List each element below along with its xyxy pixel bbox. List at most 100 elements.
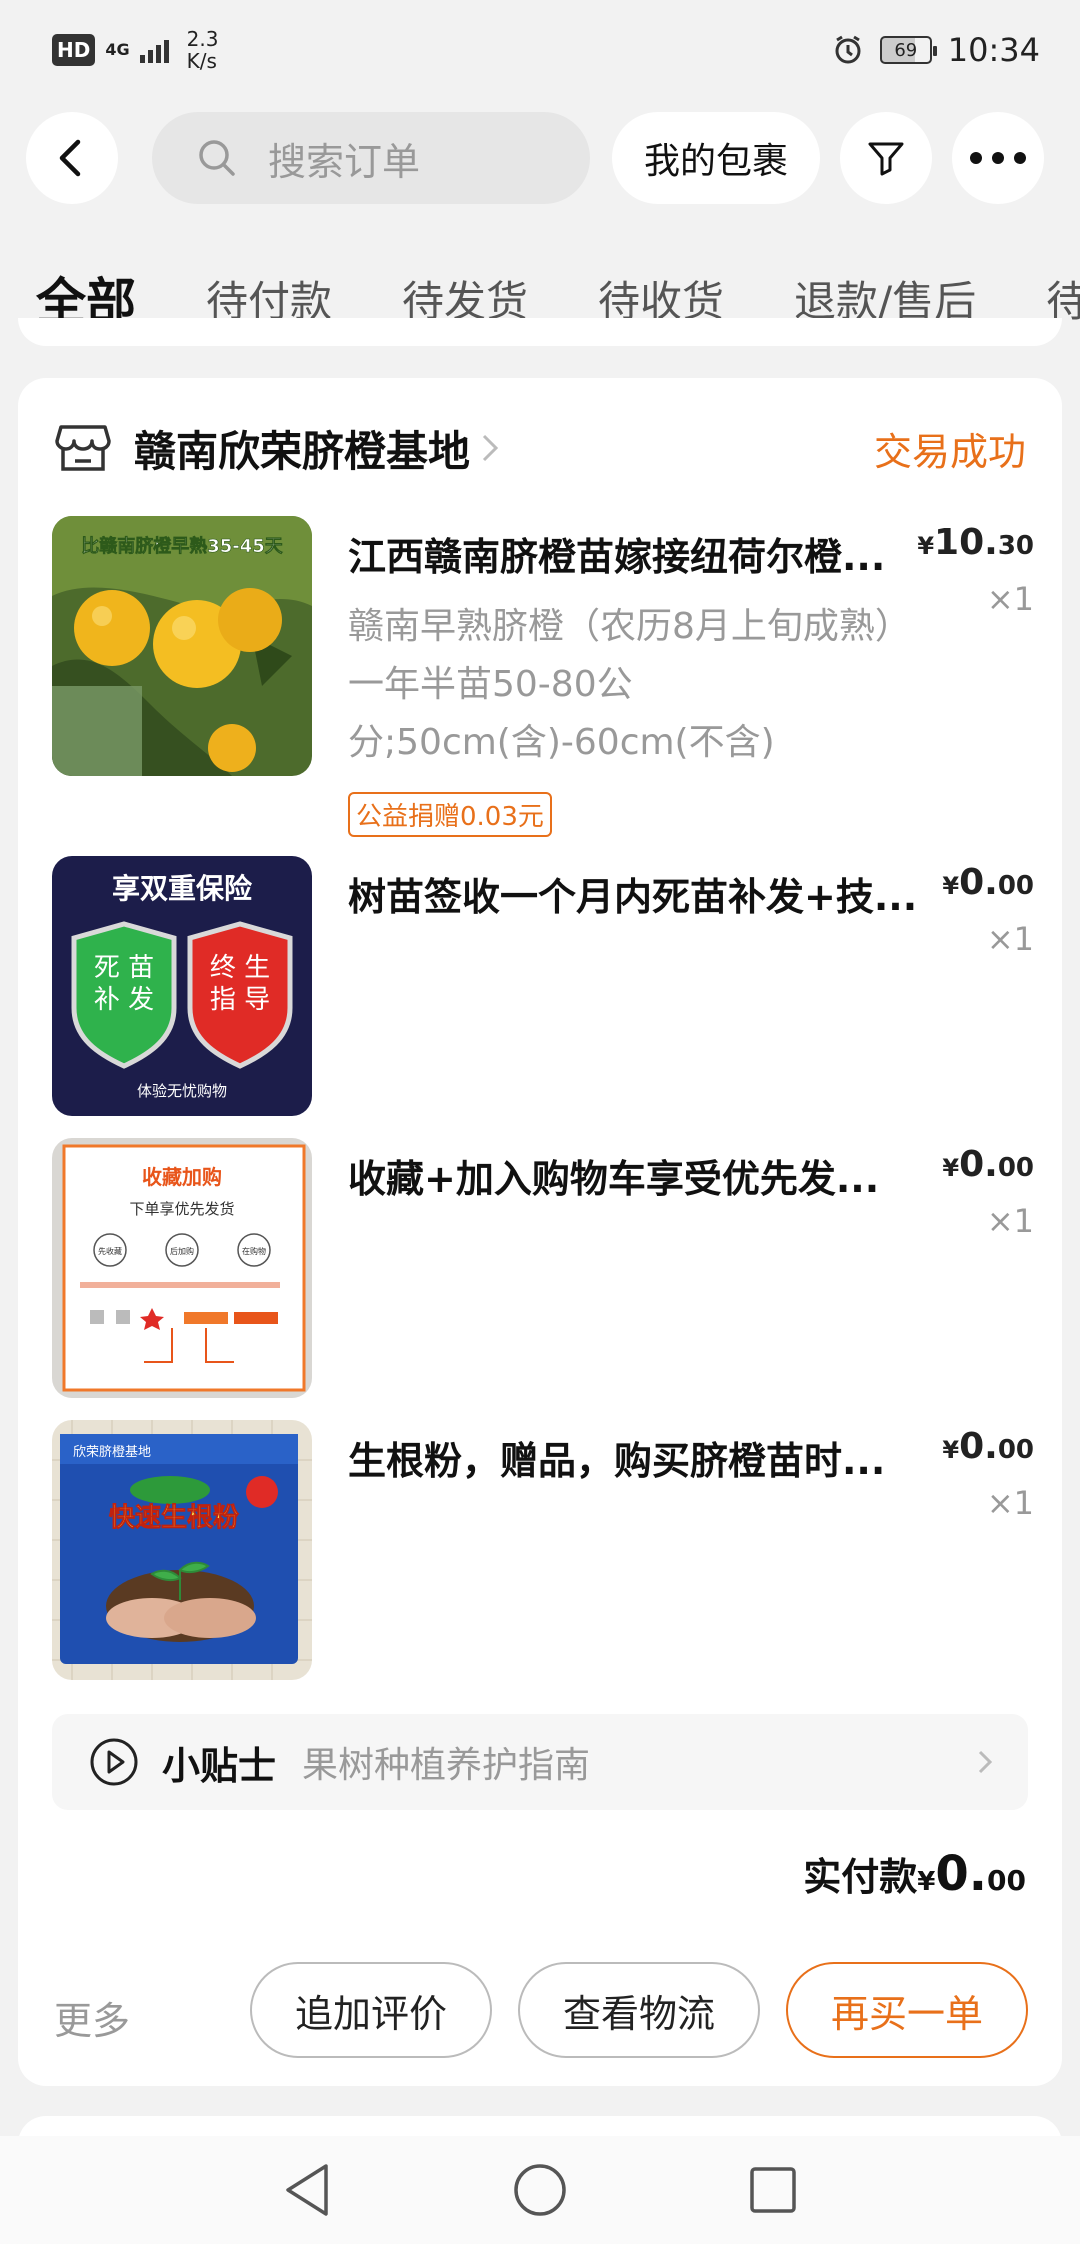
- shop-icon: [55, 425, 111, 471]
- total-label: 实付款: [803, 1855, 918, 1899]
- price-integer: 10.: [934, 522, 998, 563]
- favorite-cart-image: 收藏加购 下单享优先发货 先收藏 后加购 在购物: [52, 1138, 312, 1398]
- price-currency: ¥: [917, 532, 935, 560]
- item-price: ¥ 0. 00: [942, 862, 1034, 903]
- item-quantity: ×1: [986, 1202, 1034, 1240]
- price-currency: ¥: [942, 1436, 960, 1464]
- shield-left-line1: 死 苗: [94, 953, 154, 983]
- more-actions-link[interactable]: 更多: [54, 1990, 130, 2045]
- network-speed-unit: K/s: [186, 49, 217, 73]
- item-title[interactable]: 生根粉，赠品，购买脐橙苗时...: [348, 1430, 928, 1485]
- total-paid: 实付款 ¥ 0. 00: [803, 1846, 1026, 1902]
- price-currency: ¥: [942, 872, 960, 900]
- item-title[interactable]: 收藏+加入购物车享受优先发...: [348, 1148, 928, 1203]
- search-icon: [199, 140, 235, 176]
- status-right: 69 10:34: [832, 31, 1040, 69]
- previous-card-edge: [18, 318, 1062, 346]
- shop-header[interactable]: 赣南欣荣脐橙基地 交易成功: [54, 408, 1026, 488]
- product-thumbnail[interactable]: 收藏加购 下单享优先发货 先收藏 后加购 在购物: [52, 1138, 312, 1398]
- total-integer: 0.: [935, 1846, 988, 1902]
- price-decimal: 00: [997, 1153, 1034, 1183]
- total-currency: ¥: [917, 1867, 936, 1897]
- alarm-icon: [835, 35, 861, 64]
- battery-icon: 69: [879, 36, 937, 64]
- price-integer: 0.: [959, 1426, 998, 1467]
- tips-label: 小贴士: [162, 1743, 277, 1788]
- item-price: ¥ 0. 00: [942, 1426, 1034, 1467]
- total-decimal: 00: [987, 1864, 1026, 1897]
- play-circle-icon: [90, 1738, 138, 1786]
- status-bar: HD 4G 2.3 K/s 69 10:34: [0, 0, 1080, 100]
- thumb-title: 收藏加购: [142, 1165, 222, 1189]
- system-nav-bar: [0, 2136, 1080, 2244]
- buy-again-button[interactable]: 再买一单: [786, 1962, 1028, 2058]
- home-circle-icon[interactable]: [512, 2162, 568, 2218]
- item-title[interactable]: 江西赣南脐橙苗嫁接纽荷尔橙...: [348, 526, 928, 581]
- search-input[interactable]: 搜索订单: [152, 112, 590, 204]
- tips-text: 果树种植养护指南: [302, 1745, 591, 1786]
- hd-badge: HD: [52, 34, 96, 66]
- recents-square-icon[interactable]: [748, 2165, 798, 2215]
- price-currency: ¥: [942, 1154, 960, 1182]
- price-decimal: 00: [997, 871, 1034, 901]
- product-thumbnail[interactable]: 享双重保险 死 苗 补 发 终 生 指 导 体验无忧购物: [52, 856, 312, 1116]
- add-review-button[interactable]: 追加评价: [250, 1962, 492, 2058]
- shop-name[interactable]: 赣南欣荣脐橙基地: [134, 418, 470, 479]
- step-2: 后加购: [170, 1246, 194, 1256]
- item-price: ¥ 0. 00: [942, 1144, 1034, 1185]
- shield-right-line2: 指 导: [210, 985, 270, 1015]
- product-thumbnail[interactable]: 欣荣脐橙基地 快速生根粉: [52, 1420, 312, 1680]
- my-packages-button[interactable]: 我的包裹: [612, 112, 820, 204]
- chevron-right-icon: [482, 434, 499, 462]
- item-quantity: ×1: [986, 580, 1034, 618]
- step-3: 在购物: [242, 1246, 266, 1256]
- orange-tree-image: 比赣南脐橙早熟35-45天: [52, 516, 312, 776]
- item-quantity: ×1: [986, 920, 1034, 958]
- item-spec: 赣南早熟脐橙（农历8月上旬成熟）一年半苗50-80公分;50cm(含)-60cm…: [348, 606, 893, 763]
- network-type: 4G: [105, 40, 130, 59]
- signal-icon: [139, 37, 169, 63]
- thumb-caption: 比赣南脐橙早熟35-45天: [81, 535, 284, 557]
- thumb-top-label: 欣荣脐橙基地: [73, 1445, 151, 1460]
- shield-right-line1: 终 生: [210, 953, 270, 983]
- product-thumbnail[interactable]: 比赣南脐橙早熟35-45天: [52, 516, 312, 776]
- item-price: ¥ 10. 30: [917, 522, 1034, 563]
- price-decimal: 00: [997, 1435, 1034, 1465]
- price-integer: 0.: [959, 862, 998, 903]
- more-options-button[interactable]: [952, 112, 1044, 204]
- search-placeholder: 搜索订单: [268, 139, 421, 184]
- order-item[interactable]: 比赣南脐橙早熟35-45天 江西赣南脐橙苗嫁接纽荷尔橙... 赣南早熟脐橙（农历…: [52, 516, 1042, 846]
- back-triangle-icon[interactable]: [282, 2162, 332, 2218]
- order-card[interactable]: 赣南欣荣脐橙基地 交易成功 比赣南脐橙早熟35-45天 江西赣南脐橙苗嫁接纽荷尔…: [18, 378, 1062, 2086]
- thumb-brand: 快速生根粉: [109, 1503, 239, 1533]
- filter-icon: [868, 142, 904, 176]
- more-dots-icon: [970, 152, 1026, 164]
- item-quantity: ×1: [986, 1484, 1034, 1522]
- charity-badge: 公益捐赠0.03元: [348, 792, 552, 837]
- back-button[interactable]: [26, 112, 118, 204]
- tips-banner[interactable]: 小贴士 果树种植养护指南: [52, 1714, 1028, 1810]
- order-item[interactable]: 收藏加购 下单享优先发货 先收藏 后加购 在购物 收藏+加入购物车享受优先发..…: [52, 1138, 1042, 1398]
- order-item[interactable]: 享双重保险 死 苗 补 发 终 生 指 导 体验无忧购物 树苗签收一个月内死苗补…: [52, 856, 1042, 1116]
- step-1: 先收藏: [98, 1246, 122, 1256]
- network-speed: 2.3 K/s: [187, 28, 219, 72]
- order-item[interactable]: 欣荣脐橙基地 快速生根粉 生根粉，赠品，购买脐橙苗时... ¥ 0. 00 ×1: [52, 1420, 1042, 1680]
- thumb-footer: 体验无忧购物: [137, 1082, 227, 1100]
- item-title[interactable]: 树苗签收一个月内死苗补发+技...: [348, 866, 928, 921]
- network-speed-value: 2.3: [186, 27, 219, 51]
- price-integer: 0.: [959, 1144, 998, 1185]
- filter-button[interactable]: [840, 112, 932, 204]
- thumb-title: 享双重保险: [112, 872, 253, 905]
- clock: 10:34: [947, 31, 1040, 69]
- price-decimal: 30: [997, 531, 1034, 561]
- view-logistics-button[interactable]: 查看物流: [518, 1962, 760, 2058]
- thumb-subtitle: 下单享优先发货: [129, 1200, 234, 1218]
- shield-left-line2: 补 发: [94, 985, 154, 1015]
- chevron-right-icon: [978, 1750, 993, 1774]
- insurance-image: 享双重保险 死 苗 补 发 终 生 指 导 体验无忧购物: [52, 856, 312, 1116]
- order-status: 交易成功: [873, 429, 1026, 474]
- back-arrow-icon: [59, 139, 81, 177]
- status-left: HD 4G 2.3 K/s: [52, 28, 218, 72]
- top-nav: 搜索订单 我的包裹: [0, 112, 1080, 206]
- rooting-powder-image: 欣荣脐橙基地 快速生根粉: [52, 1420, 312, 1680]
